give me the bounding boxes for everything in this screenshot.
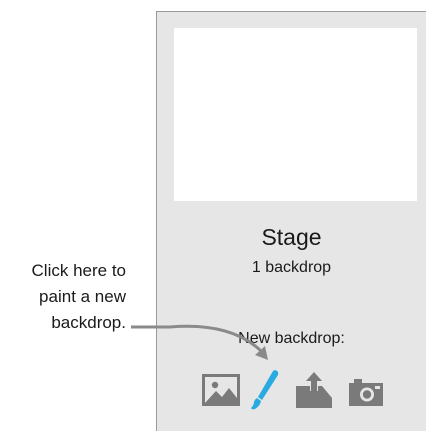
new-backdrop-label: New backdrop: [238,330,345,347]
stage-title: Stage [261,224,322,250]
stage-panel: Stage 1 backdrop New backdrop: [156,11,426,431]
callout-text: Click here to paint a new backdrop. [4,258,126,336]
paintbrush-icon[interactable] [249,368,281,412]
new-backdrop-toolbar [157,368,426,414]
backdrop-count: 1 backdrop [251,259,332,276]
image-library-icon[interactable] [201,372,241,408]
camera-icon[interactable] [347,376,385,408]
callout-line: Click here to [31,261,126,280]
stage-thumbnail[interactable] [174,28,417,201]
callout-line: backdrop. [51,313,126,332]
upload-icon[interactable] [294,370,334,410]
callout-line: paint a new [39,287,126,306]
